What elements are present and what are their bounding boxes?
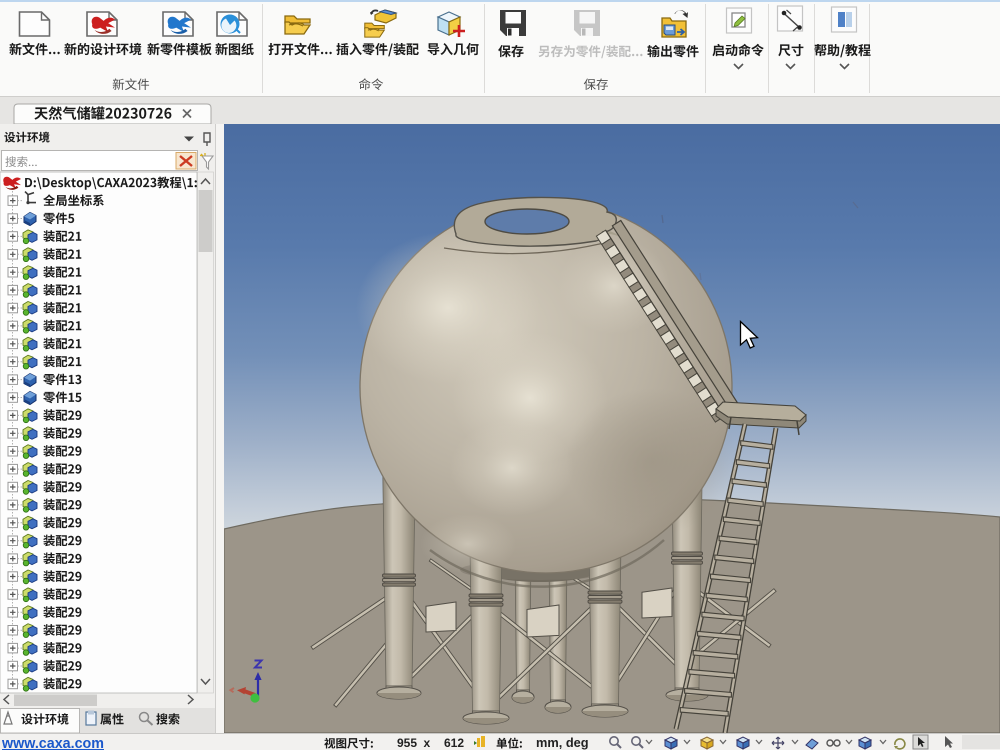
- svg-text:955: 955: [397, 736, 417, 750]
- svg-text:www.caxa.com: www.caxa.com: [1, 736, 104, 750]
- svg-text:mm, deg: mm, deg: [536, 735, 589, 750]
- svg-text:x: x: [424, 736, 431, 750]
- svg-text:612: 612: [444, 736, 464, 750]
